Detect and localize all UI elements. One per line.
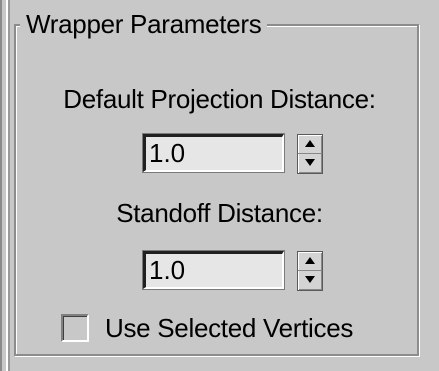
default-projection-distance-label: Default Projection Distance: — [63, 84, 376, 114]
wrapper-parameters-group — [14, 24, 419, 356]
use-selected-vertices-checkbox[interactable] — [61, 314, 89, 342]
spinner-down-button[interactable] — [298, 271, 322, 289]
spinner-up-arrow-icon — [305, 140, 315, 147]
default-projection-distance-field[interactable]: 1.0 — [142, 133, 285, 173]
use-selected-vertices-option[interactable]: Use Selected Vertices — [57, 312, 397, 348]
spinner-up-button[interactable] — [298, 135, 322, 154]
group-title: Wrapper Parameters — [20, 9, 268, 39]
standoff-distance-field[interactable]: 1.0 — [142, 250, 285, 290]
use-selected-vertices-label: Use Selected Vertices — [105, 313, 354, 343]
panel-edge-mid — [8, 0, 10, 371]
spinner-buttons — [297, 251, 323, 291]
spinner-down-arrow-icon — [305, 159, 315, 166]
standoff-distance-label: Standoff Distance: — [116, 198, 323, 228]
default-projection-distance-spinner: 1.0 — [142, 133, 333, 174]
panel-edge-dark — [0, 0, 2, 371]
spinner-up-button[interactable] — [298, 252, 322, 271]
spinner-down-button[interactable] — [298, 154, 322, 172]
spinner-down-arrow-icon — [305, 276, 315, 283]
standoff-distance-spinner: 1.0 — [142, 250, 333, 291]
spinner-up-arrow-icon — [305, 257, 315, 264]
spinner-buttons — [297, 134, 323, 174]
